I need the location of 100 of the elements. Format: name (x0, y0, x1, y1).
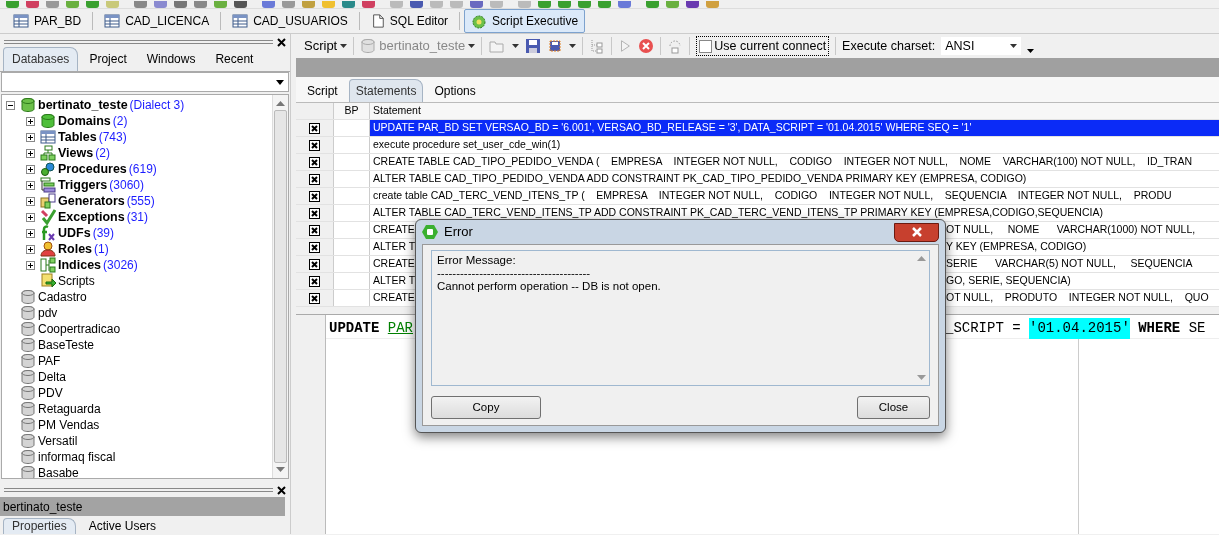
column-header[interactable]: BP (334, 103, 370, 119)
toolbar-button[interactable] (686, 1, 699, 8)
checkbox[interactable] (309, 122, 320, 134)
toolbar-button[interactable] (86, 1, 99, 8)
save-icon[interactable] (525, 38, 542, 54)
use-current-connect-checkbox[interactable]: Use current connect (696, 35, 830, 57)
tab[interactable]: Windows (137, 47, 205, 71)
document-tab[interactable]: SQL Editor (363, 9, 456, 33)
checkbox[interactable] (309, 207, 320, 219)
checkbox[interactable] (309, 139, 320, 151)
tree-item[interactable]: BaseTeste (38, 336, 95, 354)
expand-toggle[interactable] (26, 196, 35, 206)
toolbar-button[interactable] (362, 1, 375, 8)
tab[interactable]: Statements (348, 79, 424, 102)
toolbar-button[interactable] (6, 1, 19, 8)
expand-toggle[interactable] (26, 132, 35, 142)
toolbar-button[interactable] (666, 1, 679, 8)
expand-toggle[interactable] (6, 100, 15, 110)
table-cell[interactable]: OT NULL, PRODUTO INTEGER NOT NULL, QUO (946, 290, 1209, 306)
checkbox[interactable] (309, 156, 320, 168)
checkbox[interactable] (309, 258, 320, 270)
arrow-up-icon[interactable] (917, 255, 926, 261)
close-button[interactable]: Close (857, 396, 930, 419)
expand-toggle[interactable] (26, 116, 35, 126)
tree-item[interactable]: PDV (38, 384, 63, 402)
toolbar-button[interactable] (154, 1, 167, 8)
expand-toggle[interactable] (26, 180, 35, 190)
row-header[interactable] (296, 290, 334, 306)
toolbar-button[interactable] (134, 1, 147, 8)
tree-item[interactable]: Cadastro (38, 288, 87, 306)
close-icon[interactable] (277, 485, 286, 495)
tree-item[interactable]: PM Vendas (38, 416, 100, 434)
checkbox[interactable] (309, 275, 320, 287)
row-header[interactable] (296, 222, 334, 238)
document-tab[interactable]: PAR_BD (6, 9, 89, 33)
row-header[interactable] (296, 137, 334, 153)
toolbar-button[interactable] (558, 1, 571, 8)
toolbar-button[interactable] (234, 1, 247, 8)
toolbar-button[interactable] (578, 1, 591, 8)
checkbox[interactable] (309, 224, 320, 236)
row-header[interactable] (296, 171, 334, 187)
copy-button[interactable]: Copy (431, 396, 541, 419)
table-cell[interactable]: CREATE (373, 223, 415, 236)
toolbar-button[interactable] (470, 1, 483, 8)
document-tab[interactable]: CAD_USUARIOS (225, 9, 355, 33)
row-header[interactable] (296, 120, 334, 136)
arrow-down-icon[interactable] (276, 467, 285, 473)
tree-item[interactable]: Delta (38, 368, 66, 386)
play-icon[interactable] (618, 38, 633, 54)
stop-icon[interactable] (638, 38, 655, 54)
arrow-down-icon[interactable] (917, 375, 926, 381)
tab[interactable]: Options (427, 79, 483, 102)
toolbar-button[interactable] (174, 1, 187, 8)
toolbar-button[interactable] (66, 1, 79, 8)
toolbar-button[interactable] (538, 1, 551, 8)
toolbar-button[interactable] (410, 1, 423, 8)
row-header[interactable] (296, 188, 334, 204)
toolbar-button[interactable] (26, 1, 39, 8)
tree-item[interactable]: Coopertradicao (38, 320, 121, 338)
tree-item[interactable]: Retaguarda (38, 400, 101, 418)
tree-icon[interactable] (589, 38, 606, 54)
toolbar-button[interactable] (46, 1, 59, 8)
table-cell[interactable]: ALTER T (373, 274, 416, 287)
tree-item[interactable]: Scripts (58, 272, 95, 290)
table-cell[interactable]: ALTER TABLE CAD_TERC_VEND_ITENS_TP ADD CONSTRAINT PK_CAD_TERC_VEND_ITENS_TP PRIMARY KEY (EMPRESA,CODIGO,SEQUENCIA) (370, 205, 1219, 221)
toolbar-button[interactable] (214, 1, 227, 8)
expand-toggle[interactable] (26, 148, 35, 158)
document-tab[interactable]: CAD_LICENCA (97, 9, 217, 33)
table-cell[interactable]: ALTER TABLE CAD_TIPO_PEDIDO_VENDA ADD CONSTRAINT PK_CAD_TIPO_PEDIDO_VENDA PRIMARY KEY (EMPRESA, CODIGO) (370, 171, 1219, 187)
tree-item[interactable]: informaq fiscal (38, 448, 116, 466)
table-cell[interactable]: OT NULL, NOME VARCHAR(1000) NOT NULL, (946, 222, 1196, 238)
toolbar-button[interactable] (302, 1, 315, 8)
column-header[interactable]: Statement (370, 103, 1219, 119)
tree-item[interactable]: Basabe (38, 464, 79, 478)
checkbox[interactable] (309, 190, 320, 202)
tab[interactable]: Project (80, 47, 136, 71)
table-cell[interactable]: execute procedure set_user_cde_win(1) (370, 137, 1219, 153)
tree-item[interactable]: PAF (38, 352, 61, 370)
table-cell[interactable]: Y KEY (EMPRESA, CODIGO) (946, 239, 1087, 255)
table-cell[interactable]: CREATE (373, 257, 415, 270)
tab[interactable]: Script (300, 79, 345, 102)
tree-item[interactable]: Versatil (38, 432, 78, 450)
row-header[interactable] (296, 239, 334, 255)
toolbar-button[interactable] (282, 1, 295, 8)
tab[interactable]: Databases (3, 47, 79, 71)
tree-item[interactable]: pdv (38, 304, 58, 322)
tab[interactable]: Properties (3, 518, 76, 534)
script-menu-button[interactable]: Script (304, 36, 348, 56)
toolbar-button[interactable] (342, 1, 355, 8)
expand-toggle[interactable] (26, 244, 35, 254)
expand-toggle[interactable] (26, 228, 35, 238)
table-cell[interactable]: create table CAD_TERC_VEND_ITENS_TP ( EMPRESA INTEGER NOT NULL, CODIGO INTEGER NOT NULL, SEQUENCIA INTEGER NOT NULL, PRODU (370, 188, 1219, 204)
table-cell[interactable]: CREATE TABLE CAD_TIPO_PEDIDO_VENDA ( EMPRESA INTEGER NOT NULL, CODIGO INTEGER NOT NULL, NOME VARCHAR(100) NOT NULL, ID_TRAN (370, 154, 1219, 170)
arrow-up-icon[interactable] (276, 100, 285, 106)
close-button[interactable] (894, 222, 939, 242)
document-tab[interactable]: Script Executive (464, 9, 586, 33)
toolbar-button[interactable] (194, 1, 207, 8)
save-options-icon[interactable] (547, 38, 564, 54)
table-cell[interactable]: UPDATE PAR_BD SET VERSAO_BD = '6.001', VERSAO_BD_RELEASE = '3', DATA_SCRIPT = '01.04.2015' WHERE SEQ = '1' (370, 120, 1219, 136)
toolbar-button[interactable] (646, 1, 659, 8)
